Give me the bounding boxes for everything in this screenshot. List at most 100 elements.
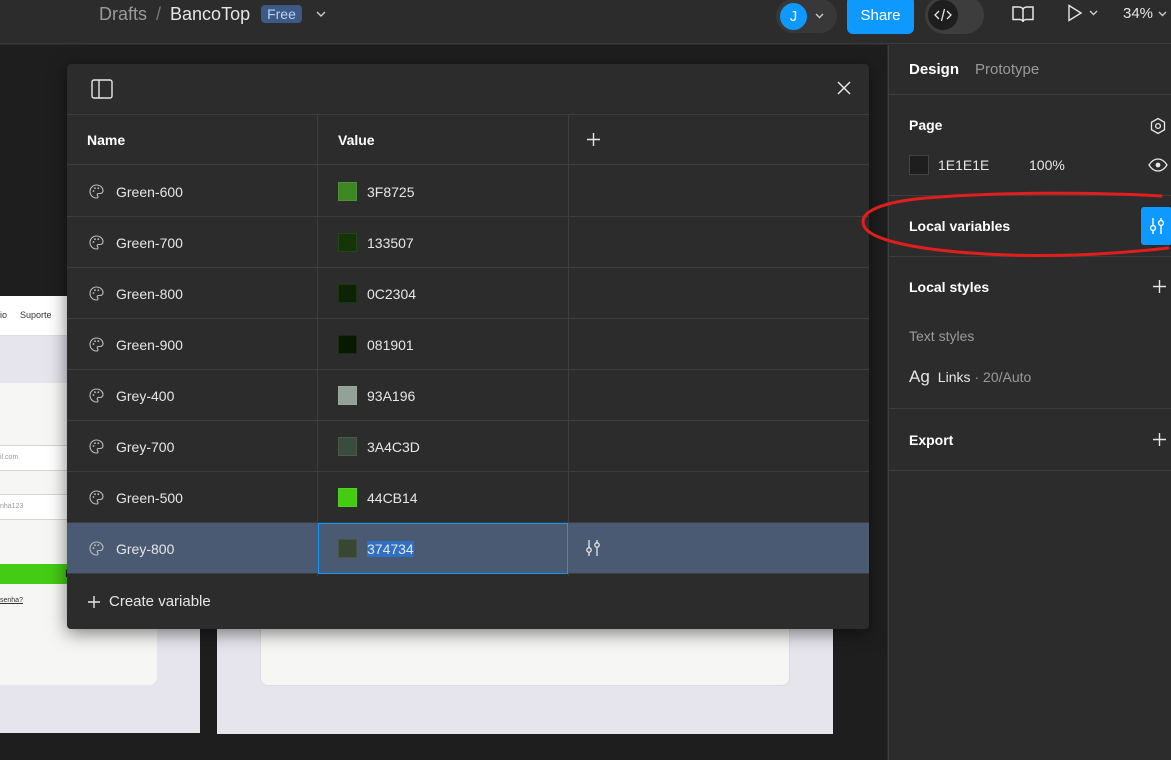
page-color-swatch[interactable]: [909, 155, 929, 175]
breadcrumb-drafts[interactable]: Drafts: [99, 4, 147, 25]
variable-value[interactable]: 374734: [367, 523, 414, 574]
sidebar-toggle-icon[interactable]: [91, 79, 113, 99]
variable-row[interactable]: Green-800 0C2304: [67, 268, 869, 319]
edit-variable-icon[interactable]: [585, 539, 601, 557]
red-circle-annotation: [856, 188, 1171, 263]
divider: [889, 94, 1171, 95]
properties-panel: Design Prototype Page 1E1E1E 100% Local …: [888, 45, 1171, 760]
export-title: Export: [909, 432, 954, 448]
add-style-plus-icon[interactable]: [1152, 279, 1167, 294]
local-variables-modal: Name Value Green-600 3F8725 Green-700 13350…: [67, 64, 869, 629]
variable-row[interactable]: Green-700 133507: [67, 217, 869, 268]
avatar[interactable]: J: [780, 2, 807, 30]
chevron-down-icon[interactable]: [316, 11, 326, 17]
variable-value[interactable]: 133507: [367, 217, 414, 268]
color-swatch[interactable]: [338, 437, 357, 456]
variable-row[interactable]: Green-500 44CB14: [67, 472, 869, 523]
table-header: Name Value: [67, 115, 869, 165]
file-name[interactable]: BancoTop: [170, 4, 250, 25]
code-icon: [928, 0, 958, 30]
column-header-name: Name: [87, 132, 126, 148]
forgot-password-link: senha?: [0, 597, 23, 604]
variable-name[interactable]: Grey-800: [116, 523, 174, 574]
chevron-down-icon: [815, 13, 824, 19]
present-button[interactable]: [1067, 4, 1098, 22]
top-bar: Drafts / BancoTop Free J Share 34%: [0, 0, 1171, 44]
close-icon[interactable]: [836, 80, 852, 96]
create-variable-button[interactable]: Create variable: [87, 593, 211, 610]
color-swatch[interactable]: [338, 233, 357, 252]
palette-icon: [89, 286, 104, 301]
frame-card: [260, 627, 790, 686]
divider: [889, 408, 1171, 409]
variable-value-text[interactable]: 93A196: [367, 388, 415, 404]
palette-icon: [89, 388, 104, 403]
zoom-menu[interactable]: 34%: [1123, 5, 1167, 22]
variable-row[interactable]: Grey-700 3A4C3D: [67, 421, 869, 472]
variable-name[interactable]: Green-800: [116, 268, 183, 319]
collaborators-menu[interactable]: J: [776, 0, 837, 33]
variable-value[interactable]: 081901: [367, 319, 414, 370]
palette-icon: [89, 337, 104, 352]
palette-icon: [89, 490, 104, 505]
text-style-item[interactable]: Ag Links · 20/Auto: [909, 367, 1031, 387]
text-style-meta: · 20/Auto: [974, 369, 1032, 385]
variable-name[interactable]: Grey-700: [116, 421, 174, 472]
variable-row[interactable]: Grey-400 93A196: [67, 370, 869, 421]
variable-value-text[interactable]: 44CB14: [367, 490, 418, 506]
add-export-plus-icon[interactable]: [1152, 432, 1167, 447]
variable-name[interactable]: Green-500: [116, 472, 183, 523]
add-mode-plus-icon[interactable]: [586, 132, 601, 147]
variable-name[interactable]: Green-900: [116, 319, 183, 370]
variable-value[interactable]: 93A196: [367, 370, 415, 421]
color-swatch[interactable]: [338, 284, 357, 303]
text-style-name: Links: [937, 369, 971, 385]
variable-value-text[interactable]: 374734: [367, 540, 414, 557]
tab-prototype[interactable]: Prototype: [975, 61, 1039, 78]
variable-row[interactable]: Green-600 3F8725: [67, 166, 869, 217]
variable-value-text[interactable]: 081901: [367, 337, 414, 353]
share-button[interactable]: Share: [847, 0, 914, 34]
plus-icon: [87, 595, 101, 609]
book-icon[interactable]: [1011, 4, 1035, 24]
variable-name[interactable]: Green-700: [116, 217, 183, 268]
variable-value[interactable]: 3F8725: [367, 166, 414, 217]
color-swatch[interactable]: [338, 335, 357, 354]
color-swatch[interactable]: [338, 488, 357, 507]
variable-name[interactable]: Grey-400: [116, 370, 174, 421]
zoom-level: 34%: [1123, 5, 1154, 22]
variable-row[interactable]: Grey-800 374734: [67, 523, 869, 574]
play-icon: [1067, 4, 1083, 22]
email-placeholder: il.com: [0, 454, 19, 461]
variable-value-text[interactable]: 3A4C3D: [367, 439, 420, 455]
tab-design[interactable]: Design: [909, 61, 959, 78]
palette-icon: [89, 541, 104, 556]
variable-value[interactable]: 0C2304: [367, 268, 416, 319]
palette-icon: [89, 184, 104, 199]
nav-link: io: [0, 310, 8, 320]
page-section-title: Page: [909, 117, 943, 133]
variable-value-text[interactable]: 133507: [367, 235, 414, 251]
variable-list: Green-600 3F8725 Green-700 133507 Green-800 0…: [67, 166, 869, 574]
color-swatch[interactable]: [338, 386, 357, 405]
variable-name[interactable]: Green-600: [116, 166, 183, 217]
color-swatch[interactable]: [338, 539, 357, 558]
page-opacity[interactable]: 100%: [1029, 157, 1065, 173]
variable-value-text[interactable]: 0C2304: [367, 286, 416, 302]
variable-value[interactable]: 44CB14: [367, 472, 418, 523]
dev-mode-toggle[interactable]: [925, 0, 984, 34]
variable-value[interactable]: 3A4C3D: [367, 421, 420, 472]
password-placeholder: nha123: [0, 503, 24, 510]
frame-second-page[interactable]: [217, 627, 833, 734]
plan-badge[interactable]: Free: [261, 5, 302, 23]
breadcrumb: Drafts / BancoTop Free: [99, 3, 326, 25]
page-color-hex[interactable]: 1E1E1E: [938, 157, 989, 173]
variable-value-text[interactable]: 3F8725: [367, 184, 414, 200]
color-swatch[interactable]: [338, 182, 357, 201]
variable-row[interactable]: Green-900 081901: [67, 319, 869, 370]
modal-header: [67, 64, 869, 115]
text-style-preview: Ag: [909, 367, 930, 386]
page-settings-icon[interactable]: [1149, 117, 1167, 135]
nav-link-support: Suporte: [20, 310, 52, 320]
eye-icon[interactable]: [1148, 158, 1168, 172]
